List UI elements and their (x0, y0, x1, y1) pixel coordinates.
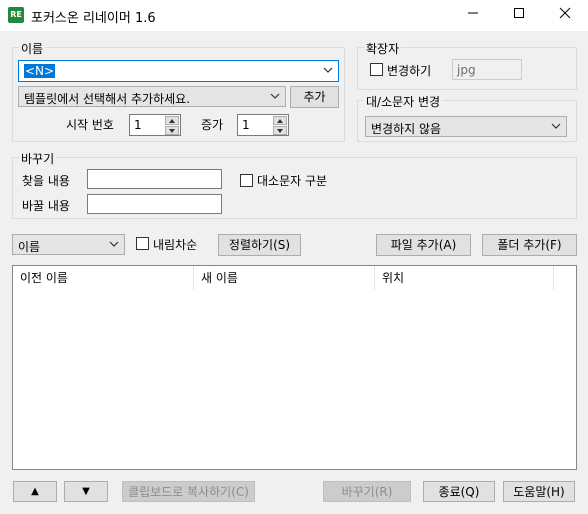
extension-group-label: 확장자 (364, 40, 402, 57)
chevron-down-icon (270, 93, 280, 99)
case-combo[interactable]: 변경하지 않음 (365, 116, 567, 137)
spin-down-button[interactable] (165, 126, 179, 135)
exit-button[interactable]: 종료(Q) (423, 481, 495, 502)
replace-input[interactable] (87, 194, 222, 214)
spin-down-button[interactable] (273, 126, 287, 135)
column-header-new-name[interactable]: 새 이름 (194, 266, 375, 290)
close-button[interactable] (542, 0, 588, 31)
find-input[interactable] (87, 169, 222, 189)
spin-up-button[interactable] (273, 116, 287, 125)
find-label: 찾을 내용 (22, 174, 70, 188)
case-sensitive-checkbox[interactable] (240, 174, 253, 187)
change-extension-checkbox[interactable] (370, 63, 383, 76)
name-pattern-value: <N> (24, 64, 56, 78)
sort-by-selected: 이름 (18, 240, 41, 254)
start-number-spinner[interactable]: 1 (129, 114, 181, 136)
minimize-icon (468, 12, 478, 14)
move-up-button[interactable]: ▲ (13, 481, 57, 502)
start-number-label: 시작 번호 (66, 118, 114, 132)
move-down-button[interactable]: ▼ (64, 481, 108, 502)
maximize-icon (514, 8, 524, 18)
window-title: 포커스온 리네이머 1.6 (31, 11, 156, 26)
increment-spinner[interactable]: 1 (237, 114, 289, 136)
increment-value: 1 (242, 118, 250, 132)
file-list[interactable]: 이전 이름 새 이름 위치 (12, 265, 577, 470)
maximize-button[interactable] (496, 0, 542, 31)
case-selected: 변경하지 않음 (371, 122, 442, 136)
case-group-label: 대/소문자 변경 (364, 93, 443, 110)
copy-clipboard-button[interactable]: 클립보드로 복사하기(C) (122, 481, 255, 502)
minimize-button[interactable] (450, 0, 496, 31)
rename-button[interactable]: 바꾸기(R) (323, 481, 411, 502)
change-extension-label: 변경하기 (387, 64, 432, 78)
descending-checkbox[interactable] (136, 237, 149, 250)
increment-label: 증가 (201, 118, 224, 132)
start-number-value: 1 (134, 118, 142, 132)
name-pattern-combo[interactable]: <N> (18, 60, 339, 82)
case-sensitive-label: 대소문자 구분 (257, 174, 328, 188)
sort-button[interactable]: 정렬하기(S) (218, 234, 301, 256)
chevron-down-icon (551, 123, 561, 129)
app-icon: RE (8, 7, 24, 23)
chevron-down-icon (109, 241, 119, 247)
help-button[interactable]: 도움말(H) (503, 481, 575, 502)
column-header-location[interactable]: 위치 (375, 266, 554, 290)
template-combo[interactable]: 템플릿에서 선택해서 추가하세요. (18, 86, 286, 107)
sort-by-combo[interactable]: 이름 (12, 234, 125, 255)
add-folder-button[interactable]: 폴더 추가(F) (482, 234, 577, 256)
add-file-button[interactable]: 파일 추가(A) (376, 234, 471, 256)
template-placeholder: 템플릿에서 선택해서 추가하세요. (24, 92, 191, 106)
close-icon (559, 7, 571, 19)
spin-up-button[interactable] (165, 116, 179, 125)
name-group-label: 이름 (19, 40, 46, 57)
column-header-old-name[interactable]: 이전 이름 (13, 266, 194, 290)
extension-input[interactable]: jpg (452, 59, 522, 80)
descending-label: 내림차순 (153, 238, 198, 252)
replace-group-label: 바꾸기 (19, 150, 57, 167)
add-template-button[interactable]: 추가 (290, 86, 339, 108)
replace-label: 바꿀 내용 (22, 199, 70, 213)
extension-value: jpg (457, 63, 476, 77)
chevron-down-icon (323, 67, 333, 73)
